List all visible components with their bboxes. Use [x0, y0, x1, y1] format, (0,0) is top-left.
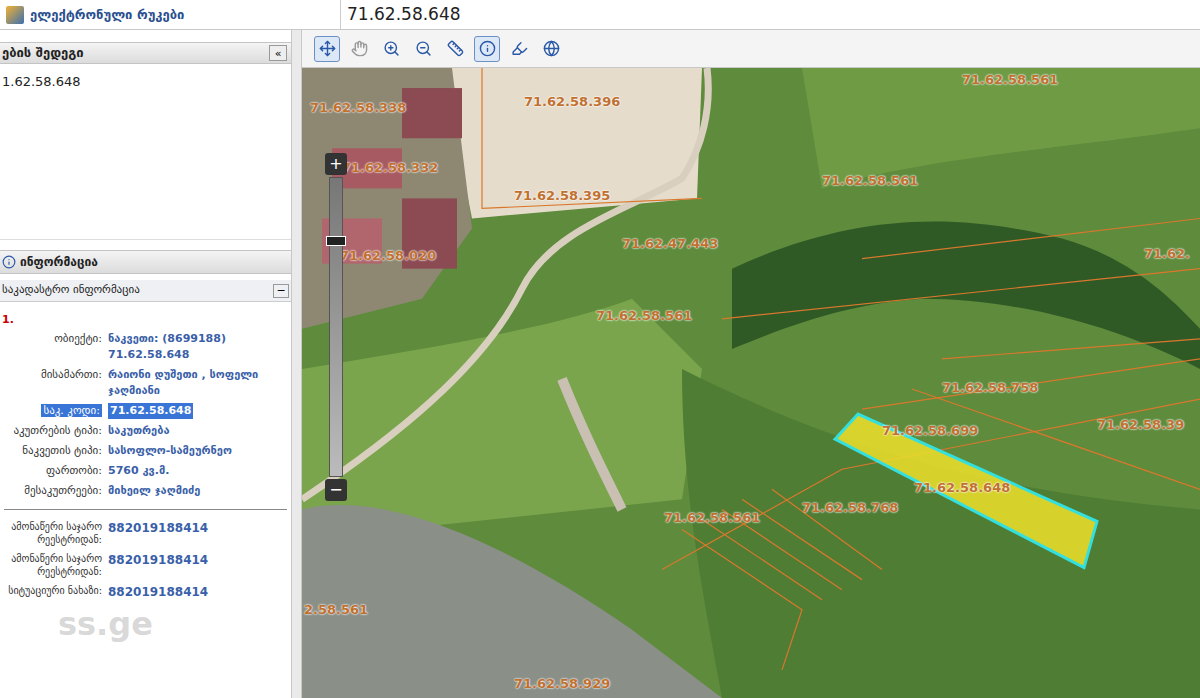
parcel-label[interactable]: 71.62.58.648	[914, 478, 1010, 498]
zoom-in-button[interactable]: +	[325, 153, 347, 175]
field-value: 5760 კვ.მ.	[108, 463, 291, 479]
tool-icon	[511, 40, 528, 57]
toolbar-button[interactable]	[442, 36, 468, 62]
logo-text: ელექტრონული რუკები	[30, 5, 184, 25]
field-label: მესაკუთრეები:	[0, 483, 108, 499]
toolbar-button[interactable]	[378, 36, 404, 62]
field-value: რაიონი დუშეთი , სოფელი ჯაღმიანი	[108, 367, 291, 399]
splitter[interactable]	[292, 30, 302, 698]
parcel-label[interactable]: 71.62.58.396	[524, 92, 620, 112]
zoom-handle[interactable]	[326, 236, 346, 246]
field-label: ფართობი:	[0, 463, 108, 479]
document-list: ამონაწერი საჯარო რეესტრიდან:882019188414…	[0, 520, 291, 600]
field-label: ობიექტი:	[0, 331, 108, 347]
tool-icon	[351, 40, 368, 57]
info-header: ინფორმაცია	[0, 250, 291, 274]
document-label: ამონაწერი საჯარო რეესტრიდან:	[0, 552, 108, 578]
body: ების შედეგი « 1.62.58.648 ინფორმაცია საკადას…	[0, 30, 1200, 698]
field-label: საკ. კოდი:	[0, 403, 108, 419]
tool-icon	[479, 40, 496, 57]
zoom-slider[interactable]	[329, 177, 343, 477]
zoom-out-button[interactable]: −	[325, 479, 347, 501]
results-list: 1.62.58.648	[0, 64, 291, 240]
watermark: ss.ge	[58, 600, 153, 648]
parcel-label[interactable]: 71.62.58.395	[514, 186, 610, 206]
parcel-label[interactable]: 71.62.	[1144, 244, 1190, 264]
collapse-button[interactable]: «	[269, 45, 287, 61]
document-row: სიტუაციური ნახაზი:882019188414	[0, 584, 291, 600]
field-value: ნაკვეთი: (8699188)71.62.58.648	[108, 331, 291, 363]
map-canvas[interactable]: 71.62.58.338 71.62.58.396 71.62.58.561 71.6…	[302, 68, 1200, 698]
results-title: ების შედეგი	[2, 43, 84, 63]
parcel-label[interactable]: 71.62.58.929	[514, 674, 610, 694]
document-link[interactable]: 882019188414	[108, 552, 208, 568]
document-link[interactable]: 882019188414	[108, 520, 208, 536]
parcel-label[interactable]: 71.62.58.561	[664, 508, 760, 528]
tool-icon	[447, 40, 464, 57]
cadastre-header: საკადასტრო ინფორმაცია −	[0, 280, 291, 302]
document-label: ამონაწერი საჯარო რეესტრიდან:	[0, 520, 108, 546]
field-row: მისამართი:რაიონი დუშეთი , სოფელი ჯაღმიან…	[0, 367, 291, 399]
parcel-label[interactable]: 71.62.58.561	[822, 171, 918, 191]
document-label: სიტუაციური ნახაზი:	[0, 584, 108, 597]
logo: ელექტრონული რუკები	[0, 0, 300, 29]
top-bar: ელექტრონული რუკები 71.62.58.648	[0, 0, 1200, 30]
tool-icon	[543, 40, 560, 57]
map-column: 71.62.58.338 71.62.58.396 71.62.58.561 71.6…	[302, 30, 1200, 698]
parcel-label[interactable]: 71.62.47.443	[622, 234, 718, 254]
search-value: 71.62.58.648	[347, 2, 461, 28]
field-label: ნაკვეთის ტიპი:	[0, 443, 108, 459]
toolbar-button[interactable]	[474, 36, 500, 62]
parcel-label[interactable]: 71.62.58.020	[340, 246, 436, 266]
tool-icon	[319, 40, 336, 57]
parcel-label[interactable]: 2.58.561	[304, 600, 368, 620]
field-row: ფართობი:5760 კვ.მ.	[0, 463, 291, 479]
section-toggle[interactable]: −	[273, 284, 289, 298]
app: ელექტრონული რუკები71.62.58.648ების შედეგ…	[0, 0, 1200, 698]
parcel-label[interactable]: 71.62.58.561	[962, 70, 1058, 90]
field-list: ობიექტი:ნაკვეთი: (8699188)71.62.58.648მი…	[0, 331, 291, 499]
parcel-label[interactable]: 71.62.58.39	[1097, 415, 1184, 435]
field-value: მიხეილ ჯაღმიძე	[108, 483, 291, 499]
field-row: საკ. კოდი:71.62.58.648	[0, 403, 291, 419]
field-value: 71.62.58.648	[108, 403, 291, 419]
field-row: ობიექტი:ნაკვეთი: (8699188)71.62.58.648	[0, 331, 291, 363]
field-value: საკუთრება	[108, 423, 291, 439]
zoom-control: +−	[324, 153, 348, 501]
field-label: მისამართი:	[0, 367, 108, 383]
document-row: ამონაწერი საჯარო რეესტრიდან:882019188414	[0, 552, 291, 578]
field-label: აკუთრების ტიპი:	[0, 423, 108, 439]
field-row: მესაკუთრეები:მიხეილ ჯაღმიძე	[0, 483, 291, 499]
search-field[interactable]: 71.62.58.648	[340, 0, 1200, 29]
toolbar-button[interactable]	[538, 36, 564, 62]
side-panel: ების შედეგი « 1.62.58.648 ინფორმაცია საკადას…	[0, 30, 292, 698]
toolbar-button[interactable]	[314, 36, 340, 62]
info-title: ინფორმაცია	[20, 253, 98, 271]
field-row: აკუთრების ტიპი:საკუთრება	[0, 423, 291, 439]
result-item[interactable]: 1.62.58.648	[0, 72, 291, 92]
parcel-label[interactable]: 71.62.58.699	[882, 421, 978, 441]
results-header: ების შედეგი «	[0, 42, 291, 64]
info-icon	[2, 255, 16, 269]
toolbar-button[interactable]	[506, 36, 532, 62]
parcel-label[interactable]: 71.62.58.758	[942, 378, 1038, 398]
cadastre-title: საკადასტრო ინფორმაცია	[2, 282, 140, 299]
parcel-label[interactable]: 71.62.58.768	[802, 498, 898, 518]
divider	[4, 509, 287, 510]
field-row: ნაკვეთის ტიპი:სასოფლო-სამეურნეო	[0, 443, 291, 459]
logo-icon	[6, 6, 24, 24]
toolbar-button[interactable]	[346, 36, 372, 62]
record-index: 1.	[0, 312, 291, 329]
field-value: სასოფლო-სამეურნეო	[108, 443, 291, 459]
document-link[interactable]: 882019188414	[108, 584, 208, 600]
tool-icon	[383, 40, 400, 57]
parcel-label[interactable]: 71.62.58.332	[342, 158, 438, 178]
document-row: ამონაწერი საჯარო რეესტრიდან:882019188414	[0, 520, 291, 546]
parcel-label[interactable]: 71.62.58.338	[310, 98, 406, 118]
map-toolbar	[302, 30, 1200, 68]
toolbar-button[interactable]	[410, 36, 436, 62]
tool-icon	[415, 40, 432, 57]
parcel-label[interactable]: 71.62.58.561	[596, 306, 692, 326]
